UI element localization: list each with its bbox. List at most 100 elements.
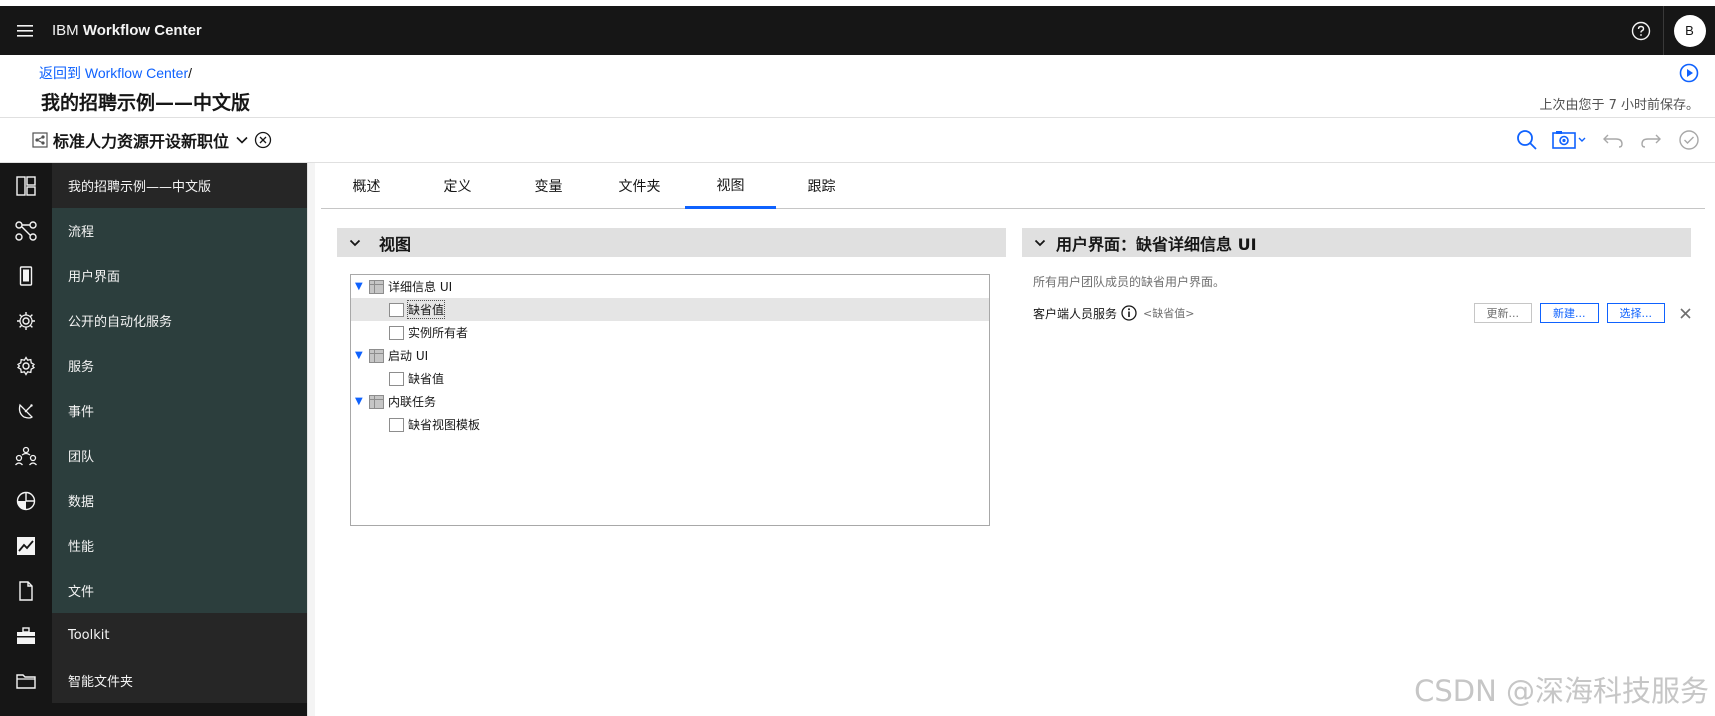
sidebar-item-teams[interactable]: 团队 xyxy=(0,433,307,478)
view-icon xyxy=(389,302,404,317)
close-circle-icon[interactable] xyxy=(254,131,272,149)
sidebar-item-ui[interactable]: 用户界面 xyxy=(0,253,307,298)
tree-node-label: 详细信息 UI xyxy=(388,280,453,294)
select-button[interactable]: 选择... xyxy=(1606,303,1665,323)
tab-overview[interactable]: 概述 xyxy=(321,163,412,209)
page-title: 我的招聘示例——中文版 xyxy=(41,92,251,114)
detail-section-title: 用户界面：缺省详细信息 UI xyxy=(1056,234,1257,254)
help-icon xyxy=(1631,21,1651,40)
team-icon xyxy=(15,446,37,465)
expand-arrow-icon[interactable]: ▼ xyxy=(355,281,365,292)
search-icon xyxy=(1517,130,1537,150)
tree-node-selected[interactable]: 缺省值 xyxy=(351,298,989,321)
snapshot-button[interactable] xyxy=(1551,126,1589,154)
detail-section-header[interactable]: 用户界面：缺省详细信息 UI xyxy=(1022,228,1691,257)
sidebar-item-smart-folders[interactable]: 智能文件夹 xyxy=(0,658,307,703)
expand-arrow-icon[interactable]: ▼ xyxy=(355,350,365,361)
process-app-icon xyxy=(32,132,48,148)
toolkit-icon xyxy=(17,626,35,644)
back-to-workflow-center-link[interactable]: 返回到 Workflow Center xyxy=(39,65,188,81)
panel-splitter[interactable] xyxy=(307,163,315,716)
tree-node[interactable]: 实例所有者 xyxy=(351,321,989,344)
sidebar-item-performance[interactable]: 性能 xyxy=(0,523,307,568)
sidebar-item-label: 团队 xyxy=(52,433,307,478)
search-button[interactable] xyxy=(1513,126,1541,154)
user-menu[interactable]: B xyxy=(1663,6,1715,55)
detail-description: 所有用户团队成员的缺省用户界面。 xyxy=(1033,275,1226,289)
play-icon[interactable] xyxy=(1679,63,1699,83)
finish-button[interactable] xyxy=(1675,126,1703,154)
sidebar-item-label: 智能文件夹 xyxy=(52,658,307,703)
tree-node-label: 缺省值 xyxy=(406,300,446,319)
row-name: 客户端人员服务 xyxy=(1033,306,1118,321)
sidebar-item-label: 事件 xyxy=(52,388,307,433)
views-section-header[interactable]: 视图 xyxy=(337,228,1006,257)
sidebar-item-data[interactable]: 数据 xyxy=(0,478,307,523)
process-icon xyxy=(15,220,37,241)
update-button[interactable]: 更新... xyxy=(1473,303,1532,323)
undo-icon xyxy=(1603,134,1623,148)
brand[interactable]: IBM Workflow Center xyxy=(52,22,202,39)
undo-button[interactable] xyxy=(1599,126,1627,154)
avatar: B xyxy=(1673,14,1706,47)
pie-chart-icon xyxy=(16,491,36,510)
mobile-icon xyxy=(19,265,33,286)
view-icon xyxy=(389,417,404,432)
tab-definition[interactable]: 定义 xyxy=(412,163,503,209)
page-header: 返回到 Workflow Center/ 我的招聘示例——中文版 上次由您于 7… xyxy=(0,55,1715,118)
sidebar-item-automation-services[interactable]: 公开的自动化服务 xyxy=(0,298,307,343)
remove-button[interactable] xyxy=(1677,305,1693,321)
automation-service-icon xyxy=(17,311,35,330)
sidebar-item-project[interactable]: 我的招聘示例——中文版 xyxy=(0,163,307,208)
view-icon xyxy=(389,325,404,340)
new-button[interactable]: 新建... xyxy=(1540,303,1599,323)
sidebar-item-files[interactable]: 文件 xyxy=(0,568,307,613)
tree-node-label: 缺省视图模板 xyxy=(408,418,481,432)
view-group-icon xyxy=(369,394,384,409)
view-icon xyxy=(389,371,404,386)
tree-node-label: 内联任务 xyxy=(388,395,437,409)
camera-icon xyxy=(1552,131,1586,149)
info-icon[interactable] xyxy=(1121,305,1137,321)
last-saved-text: 上次由您于 7 小时前保存。 xyxy=(1539,98,1699,113)
tree-node[interactable]: ▼ 内联任务 xyxy=(351,390,989,413)
tab-variables[interactable]: 变量 xyxy=(503,163,594,209)
tree-node[interactable]: ▼ 启动 UI xyxy=(351,344,989,367)
checkmark-circle-icon xyxy=(1679,130,1699,150)
sidebar-item-label: 公开的自动化服务 xyxy=(52,298,307,343)
hamburger-icon xyxy=(17,24,33,37)
breadcrumb-separator: / xyxy=(188,65,192,81)
satellite-icon xyxy=(18,403,33,419)
redo-button[interactable] xyxy=(1637,126,1665,154)
tab-tracking[interactable]: 跟踪 xyxy=(776,163,867,209)
document-icon xyxy=(19,580,33,601)
redo-icon xyxy=(1641,134,1661,148)
sidebar-item-label: 我的招聘示例——中文版 xyxy=(52,163,307,208)
sidebar-item-process[interactable]: 流程 xyxy=(0,208,307,253)
help-button[interactable] xyxy=(1619,6,1663,55)
close-icon xyxy=(1679,307,1691,319)
tree-node[interactable]: 缺省值 xyxy=(351,367,989,390)
folder-icon xyxy=(16,673,36,689)
expand-arrow-icon[interactable]: ▼ xyxy=(355,396,365,407)
menu-button[interactable] xyxy=(0,6,52,55)
sidebar-item-toolkit[interactable]: Toolkit xyxy=(0,613,307,658)
dashboard-icon xyxy=(16,175,36,196)
sidebar-item-label: 性能 xyxy=(52,523,307,568)
sidebar-item-events[interactable]: 事件 xyxy=(0,388,307,433)
settings-icon xyxy=(16,355,36,376)
chart-icon xyxy=(17,536,35,555)
brand-name: Workflow Center xyxy=(82,22,202,39)
row-value: <缺省值> xyxy=(1143,307,1195,320)
top-bar: IBM Workflow Center B xyxy=(0,6,1715,55)
tree-node[interactable]: 缺省视图模板 xyxy=(351,413,989,436)
tab-views[interactable]: 视图 xyxy=(685,163,776,209)
sidebar-item-services[interactable]: 服务 xyxy=(0,343,307,388)
sidebar-item-label: 数据 xyxy=(52,478,307,523)
tree-node[interactable]: ▼ 详细信息 UI xyxy=(351,275,989,298)
side-nav: 我的招聘示例——中文版 流程 用户界面 公开的自动化服务 服务 事件 团队 数据… xyxy=(0,163,307,716)
tab-folders[interactable]: 文件夹 xyxy=(594,163,685,209)
views-section-title: 视图 xyxy=(379,234,412,254)
chevron-down-icon[interactable] xyxy=(235,133,249,147)
watermark: CSDN @深海科技服务 xyxy=(1414,674,1709,708)
